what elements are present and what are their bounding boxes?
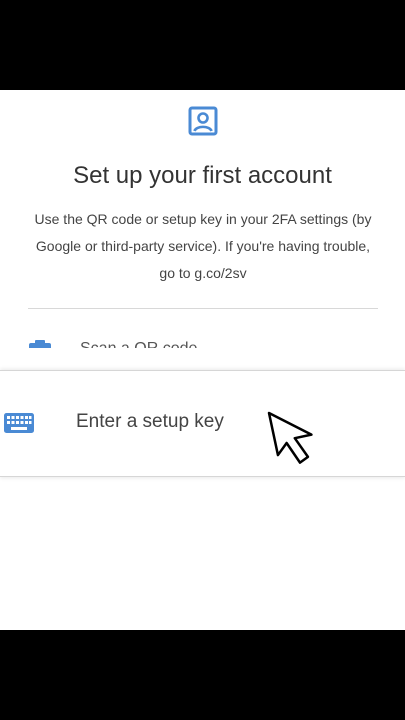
enter-setup-key-option[interactable]: Enter a setup key	[0, 370, 405, 477]
scan-qr-option[interactable]: Scan a QR code	[28, 334, 378, 348]
setup-screen: Set up your first account Use the QR cod…	[0, 90, 405, 630]
setup-key-label: Enter a setup key	[76, 411, 224, 432]
letterbox-top	[0, 0, 405, 90]
mouse-pointer-icon	[267, 411, 313, 464]
keyboard-icon	[4, 413, 34, 433]
setup-description: Use the QR code or setup key in your 2FA…	[34, 211, 372, 281]
letterbox-bottom	[0, 630, 405, 720]
divider	[28, 308, 378, 309]
account-box-icon	[188, 106, 218, 136]
scan-qr-label: Scan a QR code	[80, 340, 197, 348]
page-title: Set up your first account	[73, 162, 332, 189]
camera-icon	[29, 340, 51, 348]
